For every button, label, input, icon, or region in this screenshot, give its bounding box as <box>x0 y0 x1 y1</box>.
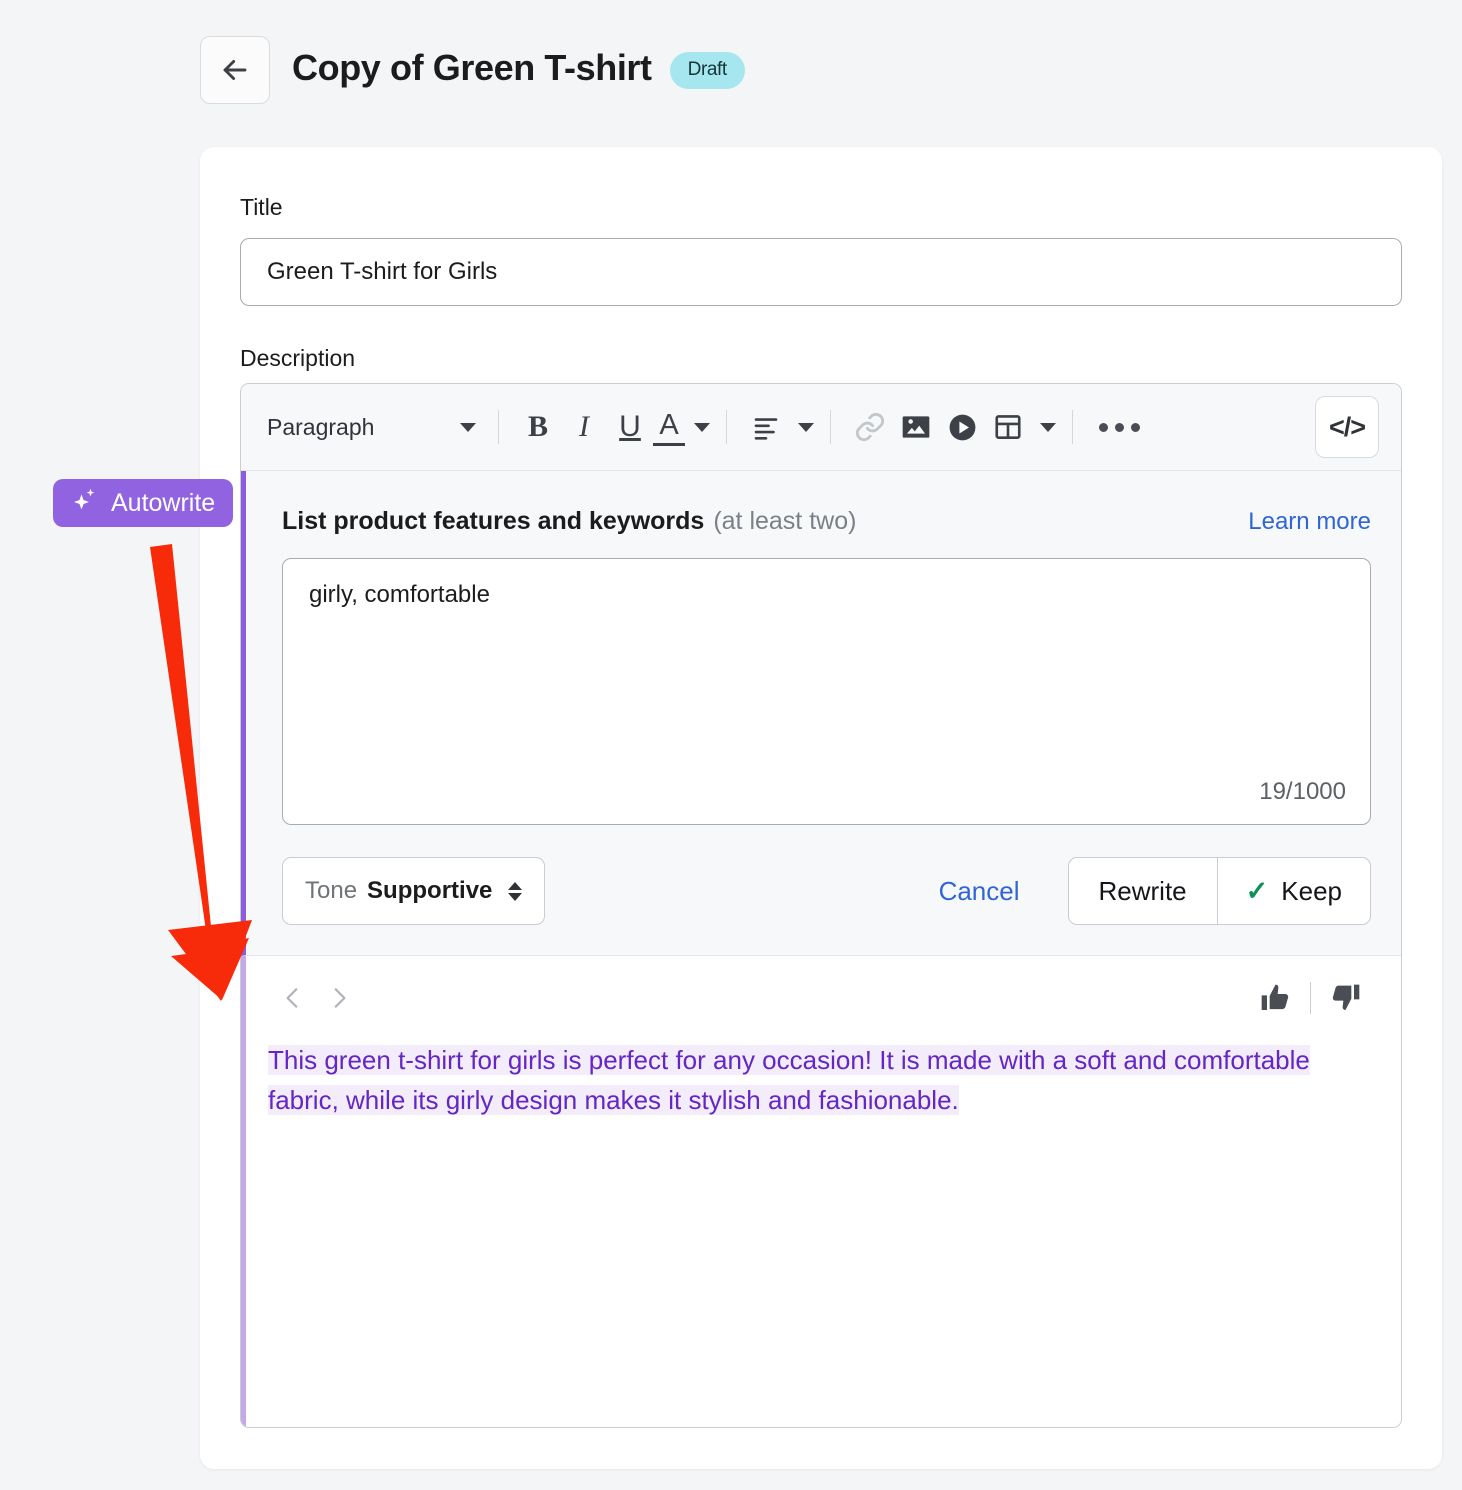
autowrite-buttons: Cancel Rewrite ✓ Keep <box>939 857 1371 925</box>
toolbar-divider <box>726 410 727 444</box>
toolbar-divider <box>1072 410 1073 444</box>
keywords-input[interactable] <box>283 559 1370 824</box>
autowrite-prompt-label: List product features and keywords (at le… <box>282 507 856 536</box>
tone-value: Supportive <box>367 877 492 905</box>
autowrite-prompt-text: List product features and keywords <box>282 507 704 535</box>
stepper-down-icon <box>508 893 522 901</box>
block-format-select[interactable]: Paragraph <box>267 414 482 441</box>
app-screen: Copy of Green T-shirt Draft Title Descrip… <box>0 0 1462 1490</box>
editor-toolbar: Paragraph B I U A <box>241 384 1401 471</box>
keep-button[interactable]: ✓ Keep <box>1217 857 1371 925</box>
align-button[interactable] <box>743 404 789 450</box>
text-color-button[interactable]: A <box>653 408 685 446</box>
text-color-chevron-down-icon[interactable] <box>694 423 710 432</box>
sparkle-icon <box>69 485 99 522</box>
italic-button[interactable]: I <box>561 404 607 450</box>
rewrite-keep-group: Rewrite ✓ Keep <box>1068 857 1372 925</box>
page-header: Copy of Green T-shirt Draft <box>200 36 745 104</box>
rewrite-button[interactable]: Rewrite <box>1068 857 1217 925</box>
more-options-button[interactable] <box>1089 423 1150 432</box>
thumbs-down-button[interactable] <box>1321 975 1371 1021</box>
autowrite-panel: List product features and keywords (at le… <box>241 471 1401 956</box>
keywords-input-wrapper: 19/1000 <box>282 558 1371 825</box>
bold-button[interactable]: B <box>515 404 561 450</box>
autowrite-annotation-badge: Autowrite <box>53 479 233 527</box>
underline-button[interactable]: U <box>607 404 653 450</box>
check-icon: ✓ <box>1246 876 1269 907</box>
description-field-label: Description <box>240 345 355 372</box>
page-title: Copy of Green T-shirt Draft <box>292 47 745 94</box>
video-button[interactable] <box>939 404 985 450</box>
keep-button-label: Keep <box>1281 876 1342 907</box>
autowrite-annotation-label: Autowrite <box>111 489 215 518</box>
autowrite-header: List product features and keywords (at le… <box>282 507 1371 536</box>
tone-label: Tone <box>305 877 357 905</box>
link-button[interactable] <box>847 404 893 450</box>
toolbar-divider <box>830 410 831 444</box>
toolbar-divider <box>498 410 499 444</box>
table-chevron-down-icon[interactable] <box>1040 423 1056 432</box>
status-badge: Draft <box>670 52 745 89</box>
table-button[interactable] <box>985 404 1031 450</box>
learn-more-link[interactable]: Learn more <box>1248 508 1371 536</box>
result-navigation <box>246 956 1401 1040</box>
character-counter: 19/1000 <box>1259 778 1346 806</box>
page-title-text: Copy of Green T-shirt <box>292 47 652 88</box>
stepper-up-icon <box>508 882 522 890</box>
tone-select[interactable]: Tone Supportive <box>282 857 545 925</box>
feedback-controls <box>1250 975 1371 1021</box>
align-chevron-down-icon[interactable] <box>798 423 814 432</box>
dot-icon <box>1131 423 1140 432</box>
autowrite-prompt-hint: (at least two) <box>713 507 856 535</box>
autowrite-result: This green t-shirt for girls is perfect … <box>241 956 1401 1428</box>
title-input[interactable] <box>240 238 1402 306</box>
block-format-label: Paragraph <box>267 414 374 441</box>
product-form-card: Title Description Paragraph B I U A <box>200 147 1442 1469</box>
arrow-left-icon <box>218 53 252 87</box>
chevron-down-icon <box>460 423 476 432</box>
back-button[interactable] <box>200 36 270 104</box>
description-editor: Paragraph B I U A <box>240 383 1402 1428</box>
next-suggestion-button[interactable] <box>316 975 362 1021</box>
dot-icon <box>1115 423 1124 432</box>
cancel-button[interactable]: Cancel <box>939 876 1020 907</box>
dot-icon <box>1099 423 1108 432</box>
autowrite-actions: Tone Supportive Cancel Rewrite ✓ <box>282 857 1371 925</box>
feedback-divider <box>1310 982 1311 1014</box>
image-button[interactable] <box>893 404 939 450</box>
generated-description-text: This green t-shirt for girls is perfect … <box>268 1045 1310 1115</box>
thumbs-up-button[interactable] <box>1250 975 1300 1021</box>
title-field-label: Title <box>240 194 283 221</box>
stepper-icon <box>508 882 522 901</box>
previous-suggestion-button[interactable] <box>270 975 316 1021</box>
code-view-button[interactable]: </> <box>1315 396 1379 458</box>
generated-description: This green t-shirt for girls is perfect … <box>246 1040 1401 1120</box>
